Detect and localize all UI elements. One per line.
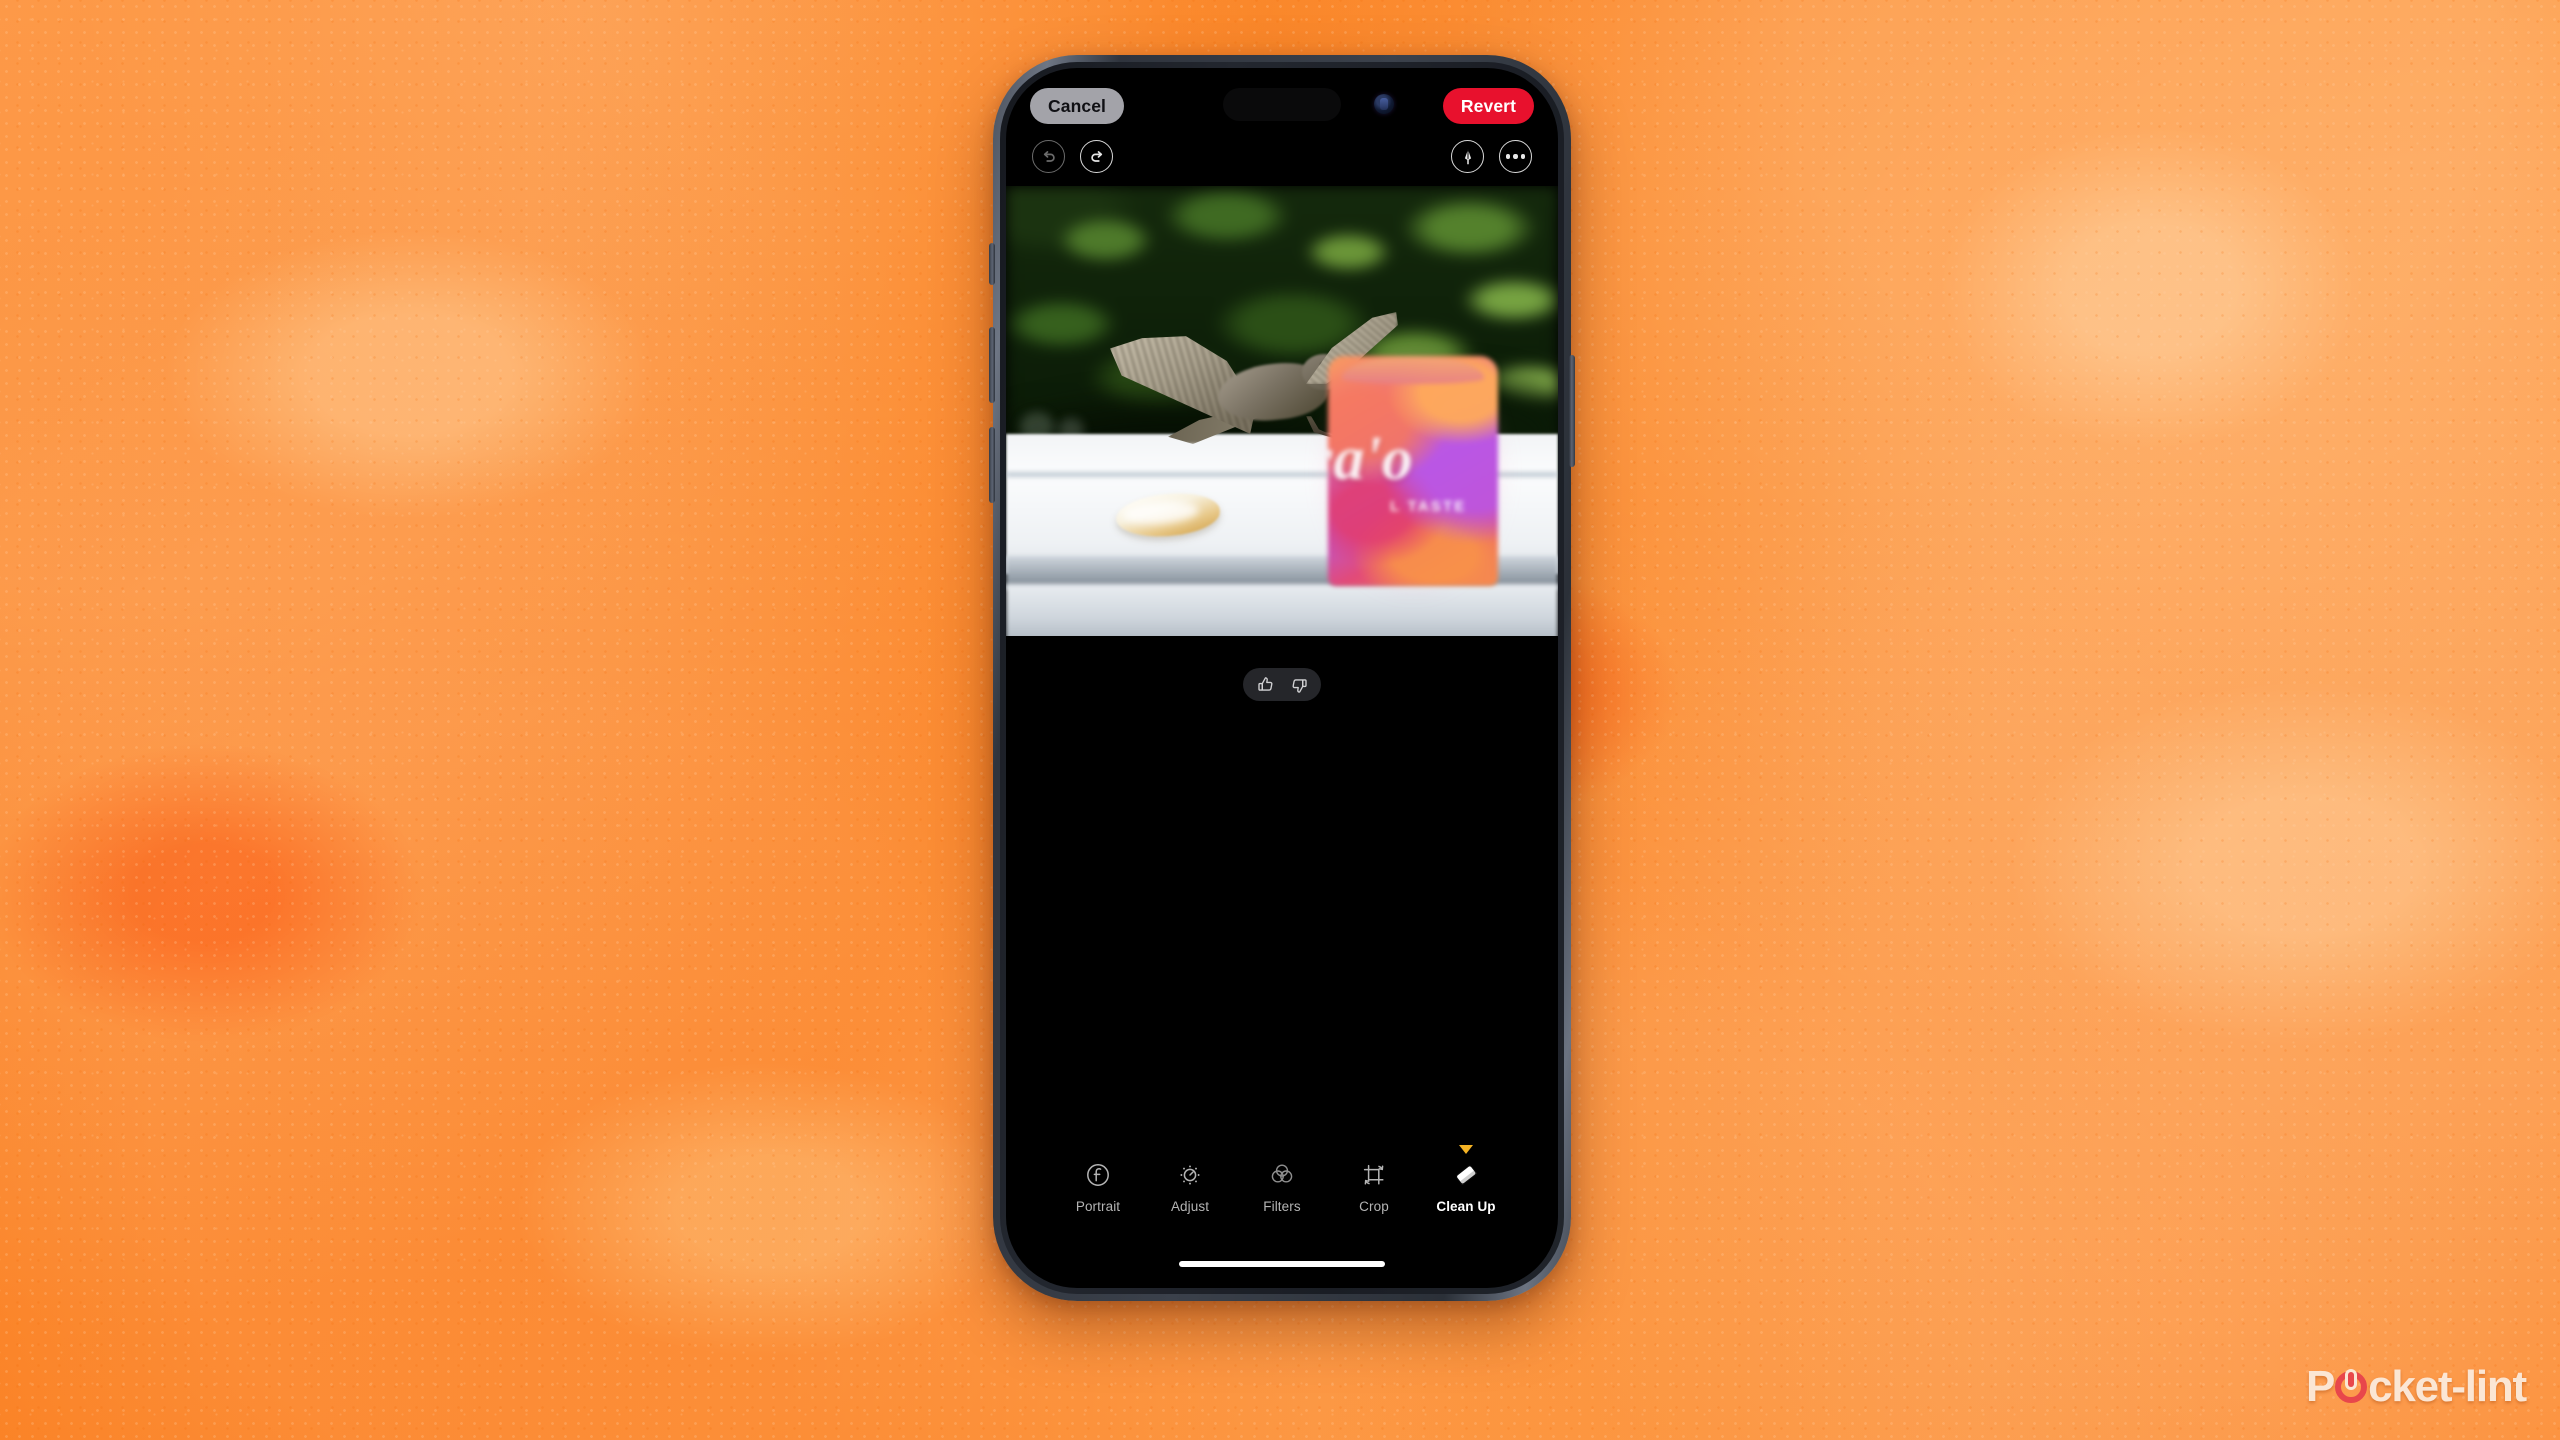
table-front xyxy=(1006,584,1558,636)
tool-label: Crop xyxy=(1359,1199,1389,1214)
action-button[interactable] xyxy=(989,243,995,285)
tool-filters[interactable]: Filters xyxy=(1254,1158,1310,1214)
pocket-lint-watermark: P cket-lint xyxy=(2305,1362,2527,1412)
filters-circles-icon xyxy=(1268,1158,1296,1192)
home-indicator[interactable] xyxy=(1179,1261,1385,1267)
portrait-aperture-icon xyxy=(1084,1158,1112,1192)
tool-label: Clean Up xyxy=(1436,1199,1496,1214)
editor-top-bar: Cancel Revert xyxy=(1006,82,1558,128)
bird-subject xyxy=(1110,312,1398,448)
can-top-rim xyxy=(1341,356,1485,384)
active-tool-marker xyxy=(1459,1145,1473,1154)
can-tagline-text: L TASTE xyxy=(1390,498,1467,515)
tool-clean-up[interactable]: Clean Up xyxy=(1436,1145,1496,1214)
tool-label: Portrait xyxy=(1075,1199,1121,1214)
can-script-text: ca'o xyxy=(1328,425,1413,493)
tool-label: Adjust xyxy=(1170,1199,1210,1214)
cancel-button[interactable]: Cancel xyxy=(1030,88,1124,124)
crop-rotate-icon xyxy=(1360,1158,1388,1192)
power-button-icon xyxy=(2335,1371,2368,1403)
ellipsis-dots xyxy=(1505,154,1526,159)
watermark-text-before: P xyxy=(2305,1362,2335,1411)
editor-tool-row xyxy=(1006,136,1558,180)
markup-pen-icon[interactable] xyxy=(1451,140,1484,173)
editor-mode-toolbar: Portrait Adjust Filters Crop Clean Up xyxy=(1006,1138,1558,1214)
thumbs-up-icon[interactable] xyxy=(1256,675,1276,695)
tool-portrait[interactable]: Portrait xyxy=(1070,1158,1126,1214)
thumbs-down-icon[interactable] xyxy=(1289,675,1309,695)
clean-up-eraser-icon xyxy=(1451,1158,1481,1192)
redo-icon[interactable] xyxy=(1080,140,1113,173)
revert-button[interactable]: Revert xyxy=(1442,88,1534,124)
volume-up-button[interactable] xyxy=(989,327,995,403)
tool-adjust[interactable]: Adjust xyxy=(1162,1158,1218,1214)
watermark-text-after: cket-lint xyxy=(2368,1362,2527,1411)
undo-icon[interactable] xyxy=(1032,140,1065,173)
power-button[interactable] xyxy=(1569,355,1575,467)
soda-can-subject[interactable]: ca'o L TASTE xyxy=(1328,356,1498,586)
adjust-dial-icon xyxy=(1176,1158,1204,1192)
feedback-pill xyxy=(1243,668,1321,701)
more-options-icon[interactable] xyxy=(1499,140,1532,173)
photo-canvas[interactable]: ca'o L TASTE xyxy=(1006,186,1558,636)
phone-screen: Cancel Revert a'o L TASTE Portrait Adjus… xyxy=(1006,68,1558,1288)
volume-down-button[interactable] xyxy=(989,427,995,503)
iphone-device: Cancel Revert a'o L TASTE Portrait Adjus… xyxy=(989,55,1575,1301)
tool-crop[interactable]: Crop xyxy=(1346,1158,1402,1214)
tool-label: Filters xyxy=(1263,1199,1301,1214)
photo-image: ca'o L TASTE xyxy=(1006,186,1558,636)
